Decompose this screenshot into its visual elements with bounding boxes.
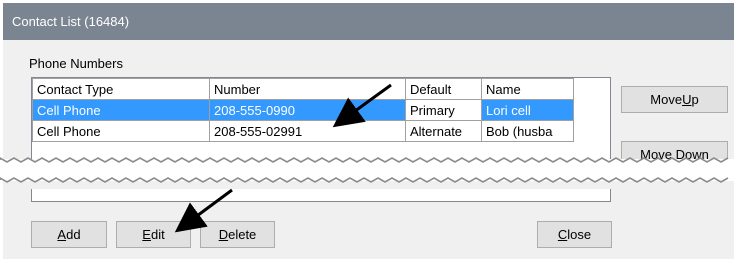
- delete-button[interactable]: Delete: [200, 221, 275, 248]
- cell-default[interactable]: Primary: [405, 99, 482, 121]
- cell-number[interactable]: 208-555-0990: [209, 99, 406, 121]
- move-up-button[interactable]: Move Up: [621, 86, 728, 113]
- cell-contact-type[interactable]: Cell Phone: [32, 120, 210, 142]
- close-button[interactable]: Close: [537, 221, 612, 248]
- grid-bottom-fragment: [31, 189, 611, 202]
- cell-default[interactable]: Alternate: [405, 120, 482, 142]
- cell-contact-type[interactable]: Cell Phone: [32, 99, 210, 121]
- torn-edge-separator: [0, 157, 734, 183]
- cell-number[interactable]: 208-555-02991: [209, 120, 406, 142]
- column-header-default[interactable]: Default: [405, 78, 482, 100]
- column-header-name[interactable]: Name: [481, 78, 574, 100]
- phone-numbers-label: Phone Numbers: [29, 56, 123, 71]
- column-header-contact-type[interactable]: Contact Type: [32, 78, 210, 100]
- table-row[interactable]: Cell Phone 208-555-0990 Primary Lori cel…: [32, 99, 574, 121]
- window-title: Contact List (16484): [12, 14, 130, 29]
- add-button[interactable]: Add: [31, 221, 107, 248]
- column-header-number[interactable]: Number: [209, 78, 406, 100]
- table-row[interactable]: Cell Phone 208-555-02991 Alternate Bob (…: [32, 120, 574, 142]
- cell-name[interactable]: Bob (husba: [481, 120, 574, 142]
- cell-name[interactable]: Lori cell: [481, 99, 574, 121]
- grid-header-row: Contact Type Number Default Name: [32, 78, 574, 100]
- edit-button[interactable]: Edit: [116, 221, 191, 248]
- window-title-bar: Contact List (16484): [3, 3, 734, 40]
